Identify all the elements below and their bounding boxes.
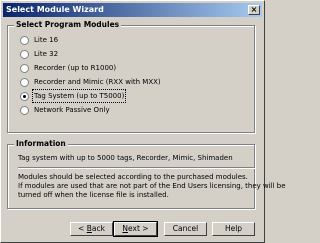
module-option-recorder-mimic[interactable]: Recorder and Mimic (RXX with MXX) [20, 77, 161, 87]
close-icon: × [250, 5, 258, 14]
cancel-button[interactable]: Cancel [164, 222, 207, 236]
next-button-label: ext > [128, 224, 149, 233]
next-button[interactable]: Next > [113, 221, 158, 237]
module-option-network-passive[interactable]: Network Passive Only [20, 105, 110, 115]
module-option-label: Network Passive Only [34, 106, 110, 114]
back-button[interactable]: < Back [70, 222, 113, 236]
note-line-1: Modules should be selected according to … [18, 173, 248, 181]
information-group: Information Tag system with up to 5000 t… [7, 139, 286, 209]
module-option-tag-system[interactable]: Tag System (up to T5000) [20, 89, 127, 103]
module-option-recorder[interactable]: Recorder (up to R1000) [20, 63, 116, 73]
title-bar[interactable]: Select Module Wizard × [3, 3, 262, 17]
program-modules-group: Select Program Modules Lite 16 Lite 32 R… [7, 20, 255, 133]
radio-button[interactable] [20, 63, 29, 73]
radio-button-selected[interactable] [20, 91, 29, 101]
module-option-label: Lite 16 [34, 36, 59, 44]
separator [18, 167, 255, 169]
program-modules-heading: Select Program Modules [14, 20, 122, 30]
help-button[interactable]: Help [212, 222, 255, 236]
module-option-lite32[interactable]: Lite 32 [20, 49, 58, 59]
note-line-2: If modules are used that are not part of… [18, 182, 286, 190]
radio-button[interactable] [20, 105, 29, 115]
module-option-lite16[interactable]: Lite 16 [20, 35, 58, 45]
wizard-window: Select Module Wizard × Select Program Mo… [0, 0, 286, 243]
radio-button[interactable] [20, 49, 29, 59]
module-option-label: Recorder and Mimic (RXX with MXX) [34, 78, 161, 86]
radio-button[interactable] [20, 77, 29, 87]
back-button-prefix: < [78, 224, 87, 233]
module-option-label: Tag System (up to T5000) [31, 89, 127, 103]
information-heading: Information [14, 139, 68, 149]
module-option-label: Lite 32 [34, 50, 59, 58]
radio-button[interactable] [20, 35, 29, 45]
close-button[interactable]: × [248, 5, 260, 15]
note-line-3: turned off when the license file is inst… [18, 191, 169, 199]
window-title: Select Module Wizard [6, 5, 104, 14]
back-button-label: ack [91, 224, 105, 233]
module-option-label: Recorder (up to R1000) [34, 64, 117, 72]
module-description: Tag system with up to 5000 tags, Recorde… [18, 154, 233, 162]
